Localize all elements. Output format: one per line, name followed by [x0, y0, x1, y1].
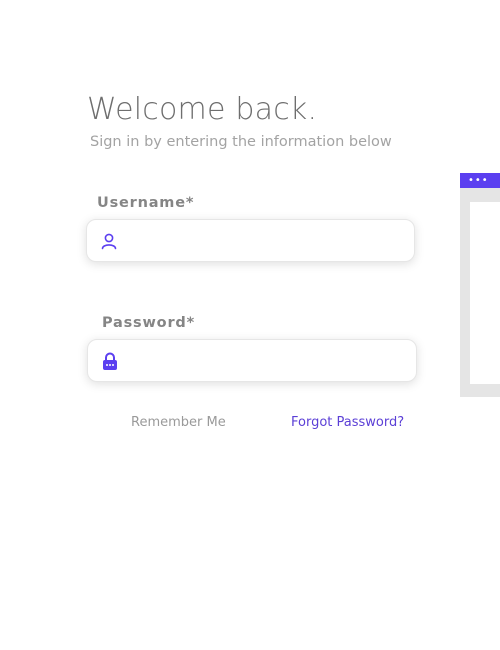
page-subtitle: Sign in by entering the information belo… — [90, 134, 392, 150]
password-input[interactable] — [128, 348, 404, 373]
remember-me-checkbox[interactable]: Remember Me — [131, 415, 226, 430]
password-label: Password* — [102, 315, 195, 331]
window-titlebar: ••• — [460, 173, 500, 188]
window-pane — [470, 202, 500, 384]
user-icon — [101, 233, 117, 250]
username-input[interactable] — [127, 228, 402, 253]
page-title: Welcome back. — [87, 92, 318, 127]
username-label: Username* — [97, 195, 195, 211]
forgot-password-link[interactable]: Forgot Password? — [291, 415, 404, 430]
username-field[interactable] — [86, 219, 415, 262]
decorative-window: ••• — [460, 173, 500, 397]
password-field[interactable] — [87, 339, 417, 382]
lock-icon — [103, 352, 117, 370]
window-controls-icon: ••• — [468, 175, 489, 186]
